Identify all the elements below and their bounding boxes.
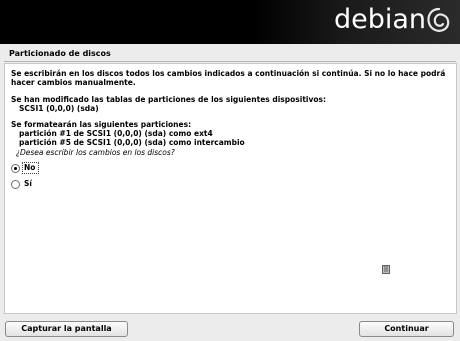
question-text: ¿Desea escribir los cambios en los disco… (16, 148, 175, 157)
intro-line-1: Se escribirán en los discos todos los ca… (11, 69, 446, 78)
continue-button[interactable]: Continuar (359, 321, 454, 337)
partition-1-text: partición #1 de SCSI1 (0,0,0) (sda) como… (19, 129, 213, 138)
option-no[interactable]: No (11, 162, 451, 174)
debian-banner: debian (0, 0, 460, 44)
partition-2-text: partición #5 de SCSI1 (0,0,0) (sda) como… (19, 138, 245, 147)
modified-tables-text: Se han modificado las tablas de particio… (11, 95, 326, 104)
page-title: Particionado de discos (9, 49, 111, 58)
option-si[interactable]: Sí (11, 179, 451, 190)
radio-unselected-icon[interactable] (11, 180, 20, 189)
format-partitions-text: Se formatearán las siguientes particione… (11, 120, 192, 129)
content-panel: Se escribirán en los discos todos los ca… (4, 63, 457, 314)
radio-selected-icon[interactable] (11, 164, 20, 173)
screenshot-button[interactable]: Capturar la pantalla (5, 321, 128, 337)
debian-logo-text: debian (334, 4, 427, 35)
option-si-label: Sí (24, 179, 32, 188)
intro-line-2: hacer cambios manualmente. (11, 78, 136, 87)
option-no-label: No (24, 163, 36, 172)
device-text: SCSI1 (0,0,0) (sda) (19, 104, 99, 113)
title-divider (4, 61, 456, 62)
debian-swirl-icon (427, 7, 450, 32)
mouse-cursor-icon (382, 265, 390, 274)
